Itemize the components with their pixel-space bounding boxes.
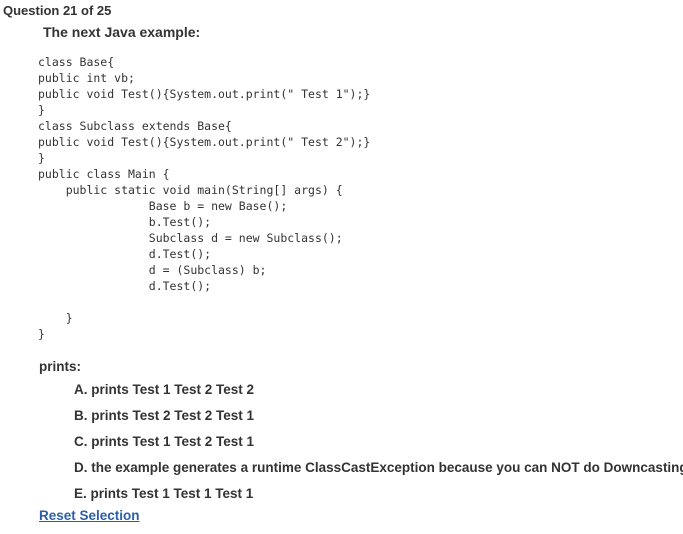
code-line: class Subclass extends Base{ xyxy=(38,119,232,133)
answer-option-c[interactable]: C. prints Test 1 Test 2 Test 1 xyxy=(74,434,683,460)
code-line: Subclass d = new Subclass(); xyxy=(38,231,343,245)
question-intro: The next Java example: xyxy=(43,24,201,40)
code-line: d.Test(); xyxy=(38,279,212,293)
code-line: } xyxy=(38,151,45,165)
answer-option-a[interactable]: A. prints Test 1 Test 2 Test 2 xyxy=(74,382,683,408)
code-line: d = (Subclass) b; xyxy=(38,263,267,277)
code-line: public class Main { xyxy=(38,167,170,181)
code-line: } xyxy=(38,327,45,341)
answer-option-d[interactable]: D. the example generates a runtime Class… xyxy=(74,460,683,486)
code-line: b.Test(); xyxy=(38,215,212,229)
answer-prompt-label: prints: xyxy=(39,359,81,374)
answer-option-e[interactable]: E. prints Test 1 Test 1 Test 1 xyxy=(74,486,683,512)
code-line: Base b = new Base(); xyxy=(38,199,288,213)
code-line: class Base{ xyxy=(38,55,115,69)
code-line: public static void main(String[] args) { xyxy=(38,183,343,197)
code-line: public void Test(){System.out.print(" Te… xyxy=(38,135,371,149)
code-snippet: class Base{ public int vb; public void T… xyxy=(38,54,370,342)
code-line: d.Test(); xyxy=(38,247,212,261)
question-counter: Question 21 of 25 xyxy=(3,3,112,18)
code-line: } xyxy=(38,311,73,325)
answer-options-list: A. prints Test 1 Test 2 Test 2 B. prints… xyxy=(74,382,683,512)
reset-selection-link[interactable]: Reset Selection xyxy=(39,508,140,523)
code-line: } xyxy=(38,103,45,117)
answer-option-b[interactable]: B. prints Test 2 Test 2 Test 1 xyxy=(74,408,683,434)
code-line: public int vb; xyxy=(38,71,135,85)
code-line: public void Test(){System.out.print(" Te… xyxy=(38,87,371,101)
